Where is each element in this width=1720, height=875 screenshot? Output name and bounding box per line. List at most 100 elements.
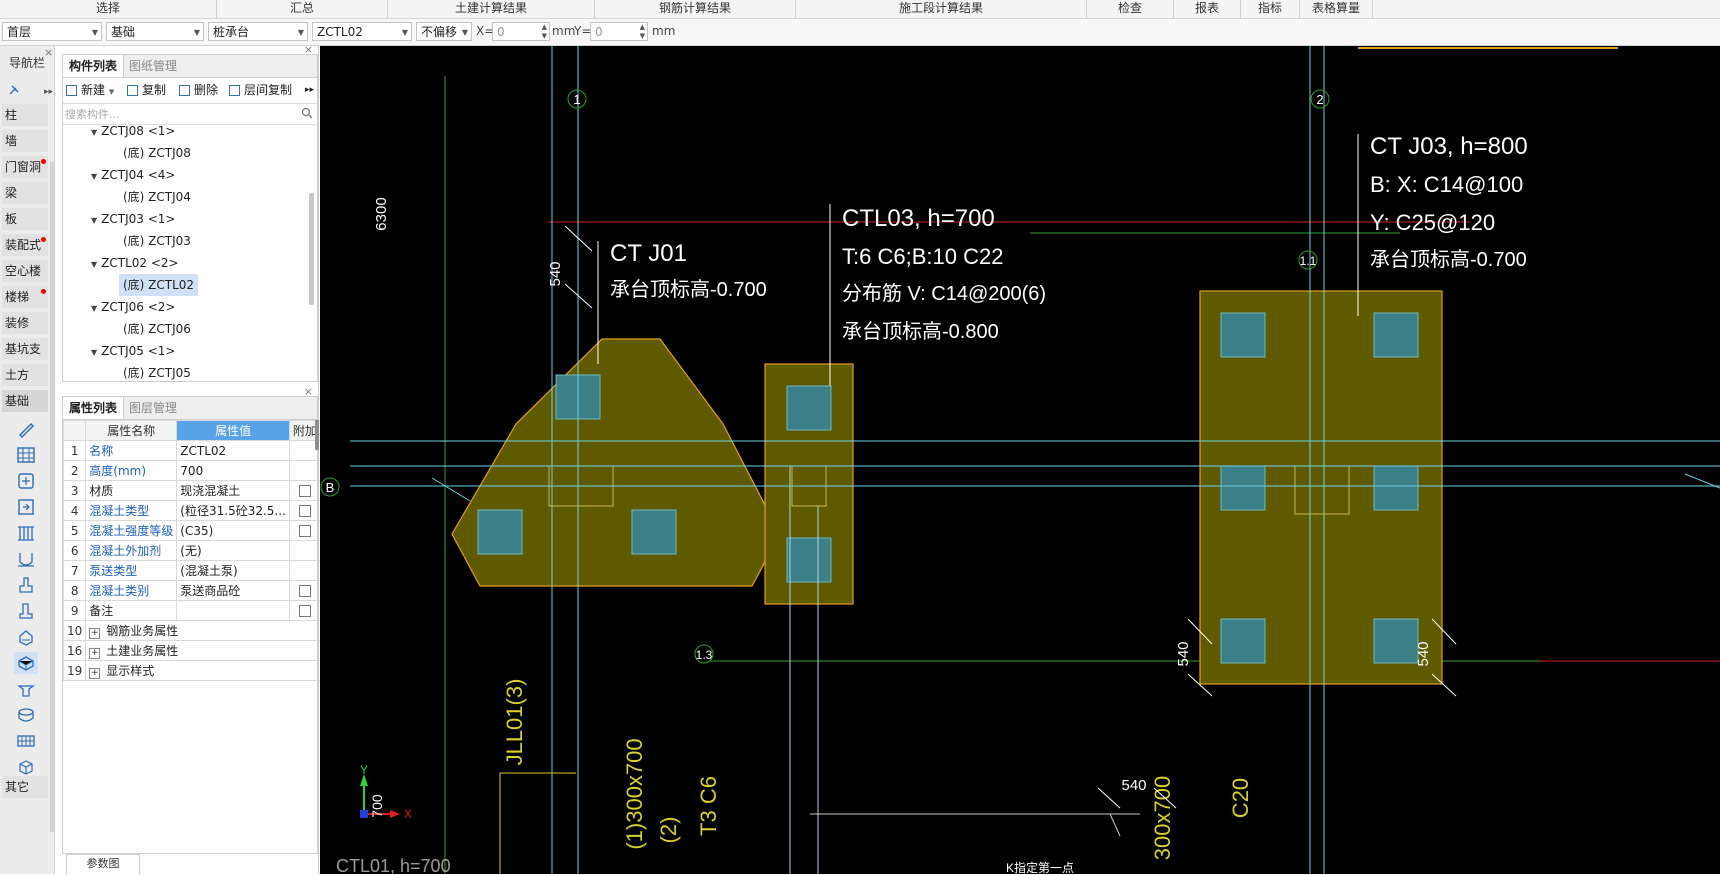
spinner-icon[interactable]: ▲ ▼ bbox=[542, 23, 547, 41]
raft-foundation-icon[interactable] bbox=[14, 444, 38, 466]
nav-item-foundation[interactable]: 基础 bbox=[2, 390, 48, 412]
offset-select[interactable]: 不偏移 ▼ bbox=[416, 22, 472, 41]
ribbon-group-index[interactable]: 指标 bbox=[1241, 0, 1300, 18]
floor-select[interactable]: 首层 ▼ bbox=[2, 22, 102, 41]
cap-beam-icon[interactable] bbox=[14, 496, 38, 518]
nav-item-other[interactable]: 其它 bbox=[2, 776, 48, 798]
cap-3d-icon[interactable] bbox=[14, 626, 38, 648]
attach-checkbox[interactable] bbox=[298, 584, 311, 597]
tab-drawing-management[interactable]: 图纸管理 bbox=[123, 55, 183, 77]
ribbon-group-stage-results[interactable]: 施工段计算结果 bbox=[796, 0, 1087, 18]
table-row[interactable]: 3 材质 现浇混凝土 bbox=[62, 480, 321, 501]
table-row[interactable]: 8 混凝土类别 泵送商品砼 bbox=[62, 580, 321, 601]
tree-group-zctj03[interactable]: ▼ ZCTJ03 <1> bbox=[91, 208, 175, 230]
pile-cap-3d-icon[interactable] bbox=[14, 652, 38, 674]
ribbon-group-select[interactable]: 选择 bbox=[0, 0, 217, 18]
property-value[interactable]: 泵送商品砼 bbox=[176, 580, 290, 601]
pile-row-icon[interactable] bbox=[14, 522, 38, 544]
table-row[interactable]: 10 + 钢筋业务属性 bbox=[62, 620, 321, 641]
nav-item-hollow-floor[interactable]: 空心楼盖 bbox=[2, 260, 48, 300]
grid-beam-icon[interactable] bbox=[14, 730, 38, 752]
cube-icon[interactable] bbox=[14, 756, 38, 778]
property-value[interactable]: (混凝土泵) bbox=[176, 560, 290, 581]
tab-property-list[interactable]: 属性列表 bbox=[63, 397, 125, 419]
table-row[interactable]: 7 泵送类型 (混凝土泵) bbox=[62, 560, 321, 581]
property-value[interactable]: ZCTL02 bbox=[176, 440, 290, 461]
tree-item-zctl02-selected[interactable]: (底) ZCTL02 bbox=[119, 274, 199, 296]
isolated-footing-icon[interactable] bbox=[14, 470, 38, 492]
property-value[interactable]: (无) bbox=[176, 540, 290, 561]
tree-group-zctl02[interactable]: ▼ ZCTL02 <2> bbox=[91, 252, 179, 274]
more-icon[interactable]: ▸▸ bbox=[305, 81, 314, 99]
table-row[interactable]: 4 混凝土类型 (粒径31.5砼32.5... bbox=[62, 500, 321, 521]
table-row[interactable]: 6 混凝土外加剂 (无) bbox=[62, 540, 321, 561]
attach-checkbox[interactable] bbox=[298, 604, 311, 617]
cylinder-icon[interactable] bbox=[14, 704, 38, 726]
ribbon-group-summary[interactable]: 汇总 bbox=[217, 0, 388, 18]
pin-icon[interactable]: ▸▸ bbox=[0, 80, 54, 100]
tree-item-zctj03[interactable]: (底) ZCTJ03 bbox=[123, 230, 191, 252]
nav-item-wall[interactable]: 墙 bbox=[2, 130, 48, 152]
category-select[interactable]: 基础 ▼ bbox=[106, 22, 204, 41]
table-row[interactable]: 16 + 土建业务属性 bbox=[62, 640, 321, 661]
tab-parameter-drawing[interactable]: 参数图 bbox=[66, 854, 140, 875]
tree-group-zctj04[interactable]: ▼ ZCTJ04 <4> bbox=[91, 164, 175, 186]
panel-splitter[interactable] bbox=[318, 46, 319, 874]
attach-checkbox[interactable] bbox=[298, 504, 311, 517]
spinner-icon[interactable]: ▲ ▼ bbox=[640, 23, 645, 41]
nav-item-door-window[interactable]: 门窗洞 bbox=[2, 156, 48, 178]
copy-button[interactable]: 复制 bbox=[127, 81, 166, 99]
type-select[interactable]: 桩承台 ▼ bbox=[208, 22, 308, 41]
property-value[interactable]: 700 bbox=[176, 460, 290, 481]
expand-icon[interactable]: + bbox=[89, 648, 101, 659]
nav-item-beam[interactable]: 梁 bbox=[2, 182, 48, 204]
table-row[interactable]: 5 混凝土强度等级 (C35) bbox=[62, 520, 321, 541]
tree-item-zctj08[interactable]: (底) ZCTJ08 bbox=[123, 142, 191, 164]
property-value[interactable] bbox=[176, 600, 290, 621]
tree-item-zctj06[interactable]: (底) ZCTJ06 bbox=[123, 318, 191, 340]
pile-icon[interactable] bbox=[14, 600, 38, 622]
delete-button[interactable]: 删除 bbox=[179, 81, 218, 99]
table-row[interactable]: 19 + 显示样式 bbox=[62, 660, 321, 681]
pile-cap-icon[interactable] bbox=[14, 548, 38, 570]
strip-foundation-icon[interactable] bbox=[14, 418, 38, 440]
attach-checkbox[interactable] bbox=[298, 484, 311, 497]
table-row[interactable]: 1 名称 ZCTL02 bbox=[62, 440, 321, 461]
attach-checkbox[interactable] bbox=[298, 524, 311, 537]
ribbon-group-table-quantity[interactable]: 表格算量 bbox=[1300, 0, 1373, 18]
expand-icon[interactable]: + bbox=[89, 628, 101, 639]
y-input[interactable]: 0 ▲ ▼ bbox=[590, 22, 648, 41]
nav-item-prefab[interactable]: 装配式 bbox=[2, 234, 48, 256]
tree-item-zctj04[interactable]: (底) ZCTJ04 bbox=[123, 186, 191, 208]
expand-icon[interactable]: + bbox=[89, 668, 101, 679]
tree-group-zctj05[interactable]: ▼ ZCTJ05 <1> bbox=[91, 340, 175, 362]
component-select[interactable]: ZCTL02 ▼ bbox=[312, 22, 412, 41]
table-row[interactable]: 9 备注 bbox=[62, 600, 321, 621]
tree-item-zctj05[interactable]: (底) ZCTJ05 bbox=[123, 362, 191, 384]
x-input[interactable]: 0 ▲ ▼ bbox=[492, 22, 550, 41]
ribbon-group-report[interactable]: 报表 bbox=[1174, 0, 1241, 18]
new-button[interactable]: 新建 ▼ bbox=[66, 81, 114, 99]
tab-component-list[interactable]: 构件列表 bbox=[63, 55, 125, 77]
cad-drawing[interactable]: 1 2 B 1.1 1.3 6300 540 CT J01 承台顶标高-0.70… bbox=[320, 46, 1720, 874]
nav-item-earthwork[interactable]: 土方 bbox=[2, 364, 48, 386]
ribbon-group-civil-results[interactable]: 土建计算结果 bbox=[388, 0, 595, 18]
property-value[interactable]: (粒径31.5砼32.5... bbox=[176, 500, 290, 521]
nav-item-stair[interactable]: 楼梯 bbox=[2, 286, 48, 308]
splitter-handle[interactable] bbox=[315, 420, 319, 450]
nav-item-slab[interactable]: 板 bbox=[2, 208, 48, 230]
nav-item-decoration[interactable]: 装修 bbox=[2, 312, 48, 334]
tree-group-zctj06[interactable]: ▼ ZCTJ06 <2> bbox=[91, 296, 175, 318]
column-pier-icon[interactable] bbox=[14, 574, 38, 596]
search-icon[interactable] bbox=[301, 107, 313, 119]
tree-scrollbar[interactable] bbox=[309, 193, 314, 305]
floor-copy-button[interactable]: 层间复制 bbox=[229, 81, 292, 99]
nav-item-pit-support[interactable]: 基坑支护 bbox=[2, 338, 48, 378]
nav-scrollbar[interactable] bbox=[50, 162, 54, 832]
tree-group-zctj08[interactable]: ▼ ZCTJ08 <1> bbox=[91, 120, 175, 142]
ribbon-group-rebar-results[interactable]: 钢筋计算结果 bbox=[595, 0, 796, 18]
tab-layer-management[interactable]: 图层管理 bbox=[123, 397, 183, 419]
table-row[interactable]: 2 高度(mm) 700 bbox=[62, 460, 321, 481]
ribbon-group-check[interactable]: 检查 bbox=[1087, 0, 1174, 18]
nav-item-column[interactable]: 柱 bbox=[2, 104, 48, 126]
